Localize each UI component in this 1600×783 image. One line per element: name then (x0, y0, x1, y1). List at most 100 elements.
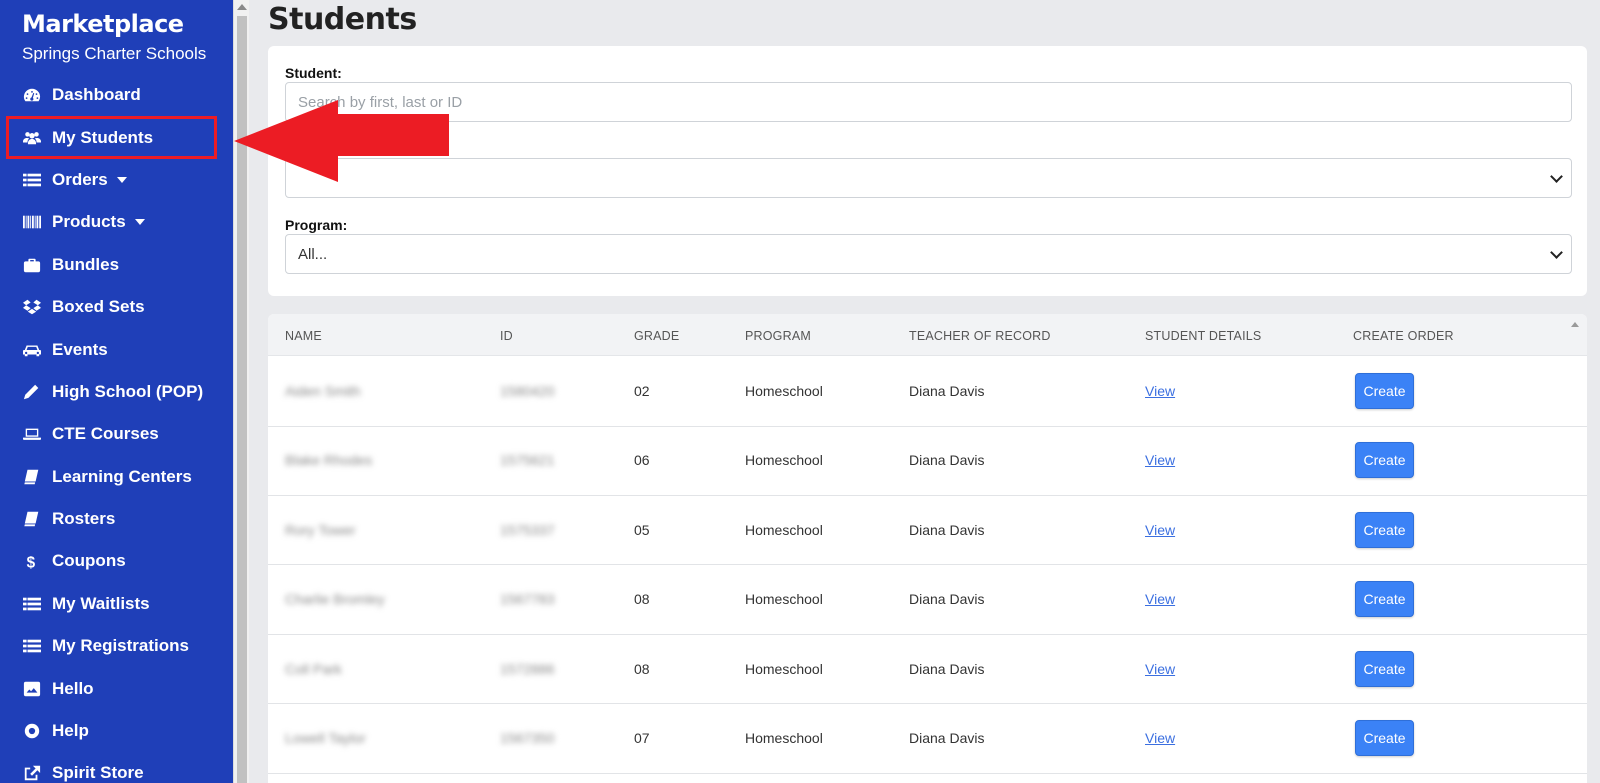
sidebar-item-label: High School (POP) (52, 381, 204, 401)
red-arrow-annotation (234, 100, 449, 182)
table-row: Blake Rhodes 1575621 06 Homeschool Diana Dav… (268, 425, 1587, 496)
list-icon (22, 595, 42, 613)
sidebar-item-label: Rosters (52, 509, 116, 529)
sidebar-item-learning-centers[interactable]: Learning Centers (0, 456, 233, 498)
table-row: Aiden Smith 1580420 02 Homeschool Diana Davi… (268, 356, 1587, 427)
col-create-order[interactable]: CREATE ORDER (1353, 329, 1454, 343)
external-link-icon (22, 764, 42, 782)
col-teacher[interactable]: TEACHER OF RECORD (909, 329, 1051, 343)
dashboard-icon (22, 86, 42, 104)
program-select[interactable]: All... (285, 234, 1572, 274)
sidebar-item-dashboard[interactable]: Dashboard (0, 74, 233, 116)
student-search-input[interactable] (298, 93, 1571, 111)
pencil-icon (22, 383, 42, 401)
create-order-button[interactable]: Create (1355, 511, 1414, 548)
col-name[interactable]: NAME (285, 329, 322, 343)
grade-cell: 08 (634, 591, 650, 608)
table-row: Rory Tower 1575337 05 Homeschool Diana Davis… (268, 495, 1587, 566)
sidebar-item-events[interactable]: Events (0, 328, 233, 370)
create-order-button[interactable]: Create (1355, 720, 1414, 756)
student-search-field[interactable] (285, 82, 1572, 122)
student-name-cell: Charlie Bromley (285, 591, 385, 608)
create-order-button[interactable]: Create (1355, 650, 1414, 687)
scroll-up-icon[interactable] (237, 4, 247, 10)
sidebar-item-boxed-sets[interactable]: Boxed Sets (0, 286, 233, 328)
dollar-icon: $ (22, 552, 42, 570)
view-details-link[interactable]: View (1145, 522, 1175, 538)
teacher-cell: Diana Davis (909, 660, 985, 677)
col-grade[interactable]: GRADE (634, 329, 679, 343)
sidebar-item-hello[interactable]: Hello (0, 667, 233, 709)
sidebar-item-label: Bundles (52, 254, 120, 274)
car-icon (22, 341, 42, 359)
sidebar-item-label: Coupons (52, 551, 126, 571)
view-details-link[interactable]: View (1145, 383, 1175, 399)
col-details[interactable]: STUDENT DETAILS (1145, 329, 1261, 343)
sidebar-item-help[interactable]: Help (0, 710, 233, 752)
student-id-cell: 1575621 (500, 452, 555, 469)
sidebar-item-my-students[interactable]: My Students (6, 116, 217, 159)
list-icon (22, 171, 42, 189)
teacher-cell: Diana Davis (909, 521, 985, 538)
create-order-button[interactable]: Create (1355, 442, 1414, 479)
sidebar-item-my-waitlists[interactable]: My Waitlists (0, 583, 233, 625)
grade-cell: 06 (634, 452, 650, 469)
view-details-link[interactable]: View (1145, 730, 1175, 746)
sidebar-item-label: Spirit Store (52, 763, 144, 783)
create-order-button[interactable]: Create (1355, 373, 1414, 409)
sidebar-item-label: My Waitlists (52, 593, 150, 613)
secondary-select[interactable] (285, 158, 1572, 198)
teacher-cell: Diana Davis (909, 591, 985, 608)
caret-down-icon (134, 219, 145, 226)
view-details-link[interactable]: View (1145, 661, 1175, 677)
sidebar-item-label: Hello (52, 678, 94, 698)
sidebar-item-my-registrations[interactable]: My Registrations (0, 625, 233, 667)
table-scroll-up-icon[interactable] (1571, 322, 1579, 327)
sidebar-item-label: Events (52, 339, 108, 359)
create-order-button[interactable]: Create (1355, 581, 1414, 618)
program-cell: Homeschool (745, 660, 823, 677)
barcode-icon (22, 213, 42, 231)
program-cell: Homeschool (745, 730, 823, 746)
student-name-cell: Lowell Taylor (285, 730, 366, 746)
svg-text:$: $ (27, 555, 36, 570)
grade-cell: 05 (634, 521, 650, 538)
sidebar-item-rosters[interactable]: Rosters (0, 498, 233, 540)
sidebar-item-label: My Students (52, 127, 154, 147)
student-id-cell: 1567350 (500, 730, 555, 746)
users-icon (22, 129, 42, 147)
grade-cell: 08 (634, 660, 650, 677)
program-select-value: All... (298, 245, 328, 263)
list-icon (22, 637, 42, 655)
sidebar-item-orders[interactable]: Orders (0, 159, 233, 201)
sidebar-item-label: Orders (52, 169, 108, 189)
teacher-cell: Diana Davis (909, 383, 985, 399)
view-details-link[interactable]: View (1145, 452, 1175, 468)
program-cell: Homeschool (745, 591, 823, 608)
book-icon (22, 468, 42, 486)
brand-subtitle: Springs Charter Schools (22, 44, 207, 63)
program-cell: Homeschool (745, 521, 823, 538)
col-program[interactable]: PROGRAM (745, 329, 811, 343)
table-header: NAME ID GRADE PROGRAM TEACHER OF RECORD … (268, 314, 1587, 356)
brand-title[interactable]: Marketplace (22, 10, 184, 38)
student-label: Student: (285, 65, 342, 81)
view-details-link[interactable]: View (1145, 591, 1175, 607)
sidebar-item-products[interactable]: Products (0, 201, 233, 243)
sidebar-item-high-school-pop[interactable]: High School (POP) (0, 371, 233, 413)
student-id-cell: 1567783 (500, 591, 555, 608)
lifering-icon (22, 722, 42, 740)
sidebar-item-coupons[interactable]: $ Coupons (0, 540, 233, 582)
sidebar-item-bundles[interactable]: Bundles (0, 244, 233, 286)
sidebar-item-label: Boxed Sets (52, 297, 145, 317)
sidebar-item-spirit-store[interactable]: Spirit Store (0, 752, 233, 783)
sidebar-item-label: CTE Courses (52, 424, 159, 444)
col-id[interactable]: ID (500, 329, 513, 343)
sidebar-item-label: Products (52, 212, 126, 232)
sidebar-item-cte-courses[interactable]: CTE Courses (0, 413, 233, 455)
student-id-cell: 1580420 (500, 383, 555, 399)
sidebar-item-label: Help (52, 721, 89, 741)
student-name-cell: Blake Rhodes (285, 452, 373, 469)
briefcase-icon (22, 256, 42, 274)
students-table: NAME ID GRADE PROGRAM TEACHER OF RECORD … (268, 314, 1587, 783)
